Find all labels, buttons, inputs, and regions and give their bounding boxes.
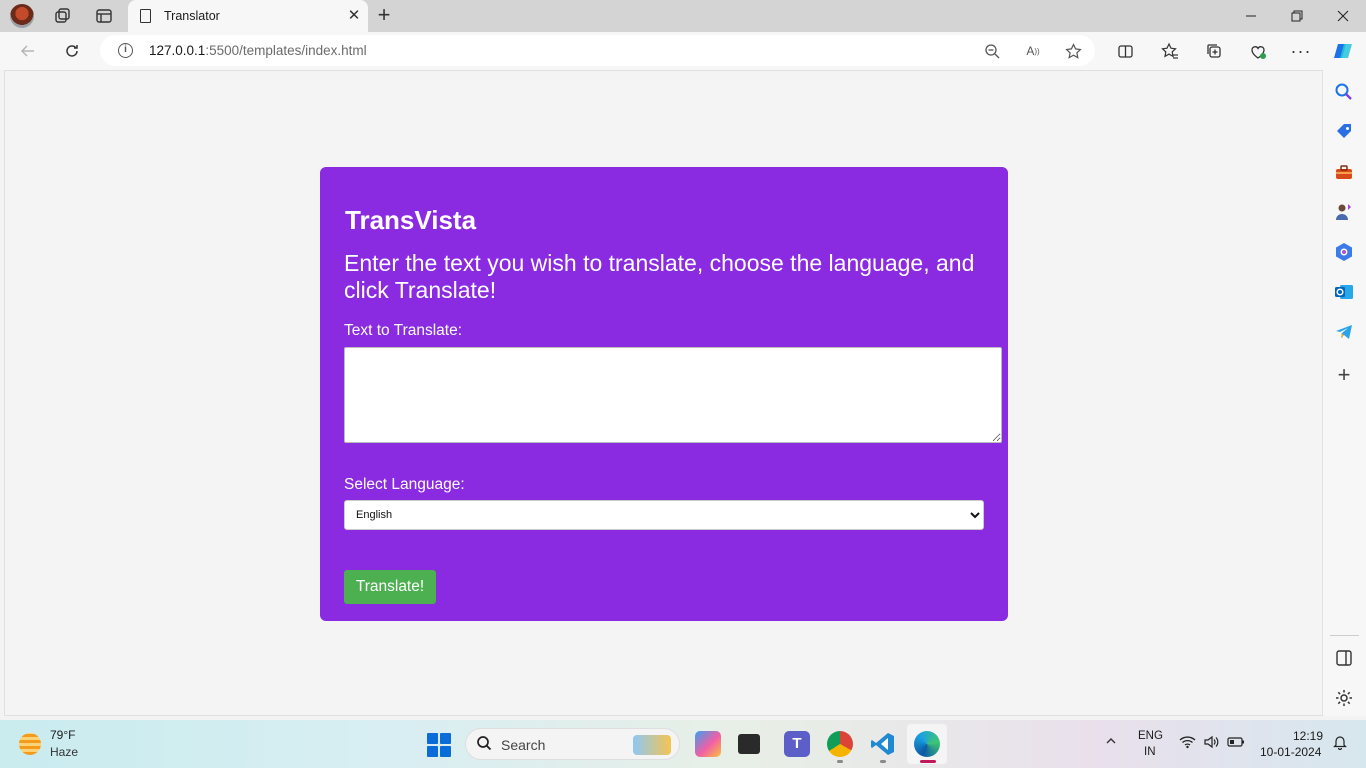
toolbox-icon[interactable] [1334, 162, 1354, 182]
address-bar[interactable]: i 127.0.0.1:5500/templates/index.html A)… [100, 35, 1095, 66]
search-icon[interactable] [1334, 82, 1354, 102]
sidebar-divider [1330, 635, 1359, 636]
text-to-translate-input[interactable] [344, 347, 1002, 443]
chrome-running-indicator [837, 760, 843, 763]
split-pane-icon[interactable] [1334, 648, 1354, 668]
file-explorer-app-icon[interactable] [738, 734, 760, 754]
input-language-top[interactable]: ENG [1138, 730, 1163, 742]
read-aloud-icon[interactable]: A)) [1023, 41, 1043, 61]
add-icon[interactable]: + [1334, 364, 1354, 386]
copilot-icon[interactable] [1332, 40, 1354, 62]
vscode-app-icon[interactable] [870, 731, 896, 757]
site-info-icon[interactable]: i [118, 43, 133, 58]
page-viewport: TransVista Enter the text you wish to tr… [4, 70, 1323, 716]
vscode-running-indicator [880, 760, 886, 763]
shopping-tag-icon[interactable] [1334, 122, 1354, 142]
workspaces-icon[interactable] [50, 4, 74, 28]
favorites-icon[interactable] [1159, 40, 1181, 62]
url-text[interactable]: 127.0.0.1:5500/templates/index.html [149, 43, 367, 58]
browser-essentials-icon[interactable] [1247, 40, 1269, 62]
games-icon[interactable] [1334, 202, 1354, 222]
copilot-sidebar-icon[interactable] [1334, 242, 1354, 262]
language-select[interactable]: English [344, 500, 984, 530]
teams-app-icon[interactable]: T [784, 731, 810, 757]
edge-active-indicator [920, 760, 936, 763]
clock-time[interactable]: 12:19 [1293, 729, 1323, 743]
favorite-star-icon[interactable] [1063, 41, 1083, 61]
page-favicon-icon [140, 9, 151, 23]
back-button[interactable] [15, 39, 41, 63]
select-language-label: Select Language: [344, 476, 465, 493]
translator-card: TransVista Enter the text you wish to tr… [320, 167, 1008, 621]
battery-icon[interactable] [1227, 735, 1245, 753]
weather-haze-icon[interactable] [19, 733, 41, 755]
text-to-translate-label: Text to Translate: [344, 322, 463, 339]
close-tab-icon[interactable]: ✕ [346, 8, 362, 24]
edge-sidebar: + [1323, 70, 1366, 716]
outlook-icon[interactable] [1334, 282, 1354, 302]
browser-titlebar: Translator ✕ + [0, 0, 1366, 32]
taskbar-search-box[interactable]: Search [465, 728, 680, 760]
edge-app-icon[interactable] [914, 731, 940, 757]
collections-icon[interactable] [1203, 40, 1225, 62]
taskbar-search-icon [475, 735, 493, 753]
profile-avatar[interactable] [10, 4, 34, 28]
translate-button[interactable]: Translate! [344, 570, 436, 604]
notification-bell-icon[interactable] [1331, 734, 1349, 752]
weather-condition[interactable]: Haze [50, 745, 78, 759]
tab-actions-icon[interactable] [92, 4, 116, 28]
volume-icon[interactable] [1202, 735, 1220, 753]
windows-taskbar: 79°F Haze Search T ENG IN 12:19 10-01-20… [0, 720, 1366, 768]
show-hidden-icons-chevron-icon[interactable] [1102, 734, 1120, 752]
zoom-out-icon[interactable] [982, 41, 1002, 61]
minimize-button[interactable] [1228, 0, 1274, 32]
more-options-icon[interactable]: ··· [1290, 40, 1312, 62]
intro-text: Enter the text you wish to translate, ch… [344, 250, 975, 303]
app-title: TransVista [345, 205, 477, 235]
wifi-icon[interactable] [1178, 735, 1196, 753]
start-windows-icon[interactable] [427, 733, 451, 757]
restore-button[interactable] [1274, 0, 1320, 32]
refresh-button[interactable] [59, 39, 85, 63]
settings-icon[interactable] [1334, 688, 1354, 708]
copilot-preview-app-icon[interactable] [695, 731, 721, 757]
weather-temperature[interactable]: 79°F [50, 728, 75, 742]
browser-toolbar: i 127.0.0.1:5500/templates/index.html A)… [0, 32, 1366, 70]
close-window-button[interactable] [1320, 0, 1366, 32]
input-language-bottom[interactable]: IN [1144, 746, 1156, 758]
clock-date[interactable]: 10-01-2024 [1260, 745, 1321, 759]
tab-title: Translator [164, 9, 220, 23]
new-tab-button[interactable]: + [372, 4, 396, 28]
chrome-app-icon[interactable] [827, 731, 853, 757]
tab-translator[interactable]: Translator ✕ [128, 0, 368, 32]
taskbar-search-label: Search [501, 737, 546, 753]
split-screen-icon[interactable] [1114, 40, 1136, 62]
telegram-icon[interactable] [1334, 322, 1354, 342]
search-highlight-image [633, 735, 671, 755]
